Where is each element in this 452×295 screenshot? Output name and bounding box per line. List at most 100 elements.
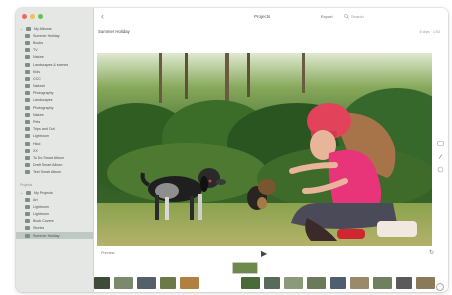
playback-controls: Preview ▶ ↻ [94,248,448,260]
thumbnail-image [137,277,156,289]
filmstrip-thumbnail[interactable] [350,277,369,289]
sidebar-item[interactable]: Nature [16,111,93,118]
sidebar-item[interactable]: Stories [16,225,93,232]
album-icon [25,33,30,38]
sidebar-item[interactable]: Summer Holiday [16,32,93,39]
sidebar-item-label: Test Smart Album [33,170,62,175]
video-viewer[interactable] [97,53,432,246]
thumbnail-image [284,277,303,289]
project-icon [25,226,30,231]
album-icon [25,120,30,125]
info-icon[interactable] [437,160,444,173]
album-icon [25,48,30,53]
filmstrip-thumbnail[interactable] [241,277,260,289]
thumbnail-image [114,277,133,289]
sidebar-item[interactable]: Trips and Out [16,126,93,133]
sidebar-list: ⌄ My Albums Summer Holiday Books TV Nature Lan… [16,25,93,240]
sidebar-item-label: To Do Smart Album [33,155,64,160]
filmstrip-thumbnail[interactable] [180,277,199,289]
sidebar-item[interactable]: Landscapes [16,97,93,104]
sidebar-item[interactable]: Lightroom [16,203,93,210]
sidebar-item-label: Lightroom [33,212,49,217]
sidebar-item-label: Nature [33,55,44,60]
chevron-down-icon[interactable]: ⌄ [20,191,23,195]
sidebar-item-label: Draft Smart Album [33,163,63,168]
sidebar-item[interactable]: Lightroom [16,133,93,140]
filmstrip-thumbnail[interactable] [114,277,133,289]
sidebar-item-label: My Albums [34,26,52,31]
play-button[interactable]: ▶ [261,249,267,258]
playhead-thumb[interactable] [232,262,258,274]
filmstrip-thumbnail[interactable] [137,277,156,289]
minimize-button[interactable] [30,14,35,19]
filmstrip-thumbnail[interactable] [264,277,280,289]
thumbnail-image [416,277,435,289]
zoom-icon[interactable] [436,283,444,291]
fullscreen-button[interactable] [38,14,43,19]
adjust-icon[interactable] [437,134,444,146]
album-icon [25,112,30,117]
sidebar-item[interactable]: Art [16,196,93,203]
filmstrip-thumbnail[interactable] [330,277,346,289]
filmstrip-thumbnail[interactable] [373,277,392,289]
sidebar-item[interactable]: Photography [16,90,93,97]
sidebar-item[interactable]: ⌄ My Albums [16,25,93,32]
sidebar-item[interactable]: Landscapes & scenes [16,61,93,68]
export-button[interactable]: Export [321,14,333,19]
sidebar-item[interactable]: Lightroom [16,211,93,218]
project-info: 6 clips · 1:53 [419,29,440,34]
sidebar-item[interactable]: Photography [16,104,93,111]
edit-pencil-icon[interactable] [437,147,444,159]
smart-album-icon [25,155,30,160]
app-window: ⌄ My Albums Summer Holiday Books TV Nature Lan… [16,8,448,292]
sidebar-item[interactable]: Hiod [16,140,93,147]
sidebar-item[interactable]: Book Covers [16,218,93,225]
sidebar-item[interactable]: Books [16,39,93,46]
sidebar-item[interactable]: Nature [16,54,93,61]
search-field[interactable]: Search [340,12,440,21]
sidebar-item-label: Summer Holiday [33,233,60,238]
project-icon [25,233,30,238]
sidebar-item-label: Lightroom [33,204,49,209]
thumbnail-image [94,277,110,289]
sidebar-item[interactable]: Kids [16,68,93,75]
sidebar-item[interactable]: TV [16,47,93,54]
filmstrip-thumbnail[interactable] [396,277,412,289]
sidebar-item-label: Lightroom [33,134,49,139]
filmstrip-thumbnail[interactable] [307,277,326,289]
sidebar-item[interactable]: XX [16,147,93,154]
thumbnail-image [160,277,176,289]
album-icon [25,69,30,74]
back-button[interactable]: ‹ [101,11,104,21]
toolbar: ‹ Projects Export Search [94,8,448,26]
chevron-down-icon[interactable]: ⌄ [20,27,23,31]
thumbnail-image [264,277,280,289]
filmstrip-thumbnail[interactable] [94,277,110,289]
sidebar-item[interactable]: To Do Smart Album [16,154,93,161]
album-icon [25,76,30,81]
sidebar-item[interactable]: ⌄ My Projects [16,189,93,196]
thumbnail-image [330,277,346,289]
sidebar-item[interactable]: Draft Smart Album [16,162,93,169]
folder-icon [26,190,31,195]
project-icon [25,197,30,202]
close-button[interactable] [22,14,27,19]
filmstrip-thumbnail[interactable] [284,277,303,289]
sidebar: ⌄ My Albums Summer Holiday Books TV Nature Lan… [16,8,94,292]
sidebar-item[interactable]: CCC [16,75,93,82]
search-icon [344,14,349,19]
album-icon [25,40,30,45]
sidebar-item-label: Nature [33,112,44,117]
sidebar-item-label: Natural [33,84,45,89]
sidebar-item[interactable]: Natural [16,83,93,90]
album-icon [25,105,30,110]
sidebar-item-label: Pets [33,120,41,125]
filmstrip[interactable] [94,262,448,292]
sidebar-item[interactable]: Test Smart Album [16,169,93,176]
loop-icon[interactable]: ↻ [429,250,434,257]
sidebar-item[interactable]: Summer Holiday [16,232,93,240]
sidebar-item[interactable]: Pets [16,118,93,125]
project-icon [25,212,30,217]
filmstrip-thumbnail[interactable] [416,277,435,289]
filmstrip-thumbnail[interactable] [160,277,176,289]
